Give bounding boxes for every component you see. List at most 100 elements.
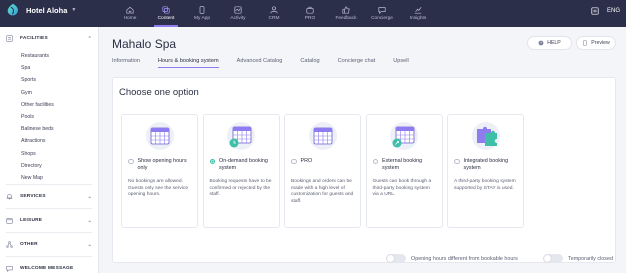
opening-hours-toggle-row: Opening hours different from bookable ho… [386,254,518,263]
chevron-down-icon: ⌄ [87,193,92,200]
main-nav: Home Content My App Activity CRM PRO Fee… [112,0,436,27]
tab-concierge-chat[interactable]: Concierge chat [338,58,376,68]
sidebar-item-pools[interactable]: Pools [0,111,98,123]
nav-label: Home [123,16,137,21]
page-title: Mahalo Spa [112,37,177,51]
nav-feedback[interactable]: Feedback [328,0,364,27]
share-icon [6,241,13,248]
opening-hours-toggle-label: Opening hours different from bookable ho… [411,255,518,262]
hotel-name: Hotel Aloha [26,5,68,15]
nav-label: Content [157,16,175,21]
radio-button[interactable] [372,158,378,164]
option-description: No bookings are allowed. Guests only see… [128,179,189,198]
booking-options-card: Choose one option Show opening hours onl… [112,77,616,263]
option-pro[interactable]: PRO Bookings and orders can be made with… [284,114,361,228]
nav-label: CRM [268,16,280,21]
chevron-down-icon: ⌄ [87,217,92,224]
nav-label: Insights [409,16,427,21]
nav-content[interactable]: Content [148,0,184,27]
help-button-label: HELP [547,40,561,46]
svg-text:?: ? [540,41,542,45]
tab-catalog[interactable]: Catalog [300,58,319,68]
option-list: Show opening hours only No bookings are … [121,114,529,228]
sidebar-item-new-map[interactable]: New Map [0,172,98,184]
sidebar-item-restaurants[interactable]: Restaurants [0,50,98,62]
top-bar: Hotel Aloha ▼ Home Content My App Activi… [0,0,626,27]
sidebar-section-leisure[interactable]: LEISURE ⌄ [0,209,98,232]
sidebar-section-welcome-message[interactable]: WELCOME MESSAGE [0,257,98,273]
option-opening-hours-only[interactable]: Show opening hours only No bookings are … [121,114,198,228]
tab-information[interactable]: Information [112,58,140,68]
sidebar-item-attractions[interactable]: Attractions [0,135,98,147]
option-label: External booking system [382,158,423,171]
sidebar: FACILITIES ⌃ Restaurants Spa Sports Gym … [0,27,99,273]
nav-label: PRO [304,16,316,21]
option-label: Show opening hours only [137,158,187,171]
radio-button[interactable] [454,158,460,164]
sidebar-item-other-facilities[interactable]: Other facilities [0,99,98,111]
option-on-demand-booking[interactable]: On-demand booking system Booking request… [202,114,280,228]
puzzle-icon [471,122,500,150]
sidebar-item-shops[interactable]: Shops [0,148,98,160]
chevron-up-icon: ⌃ [87,35,92,42]
option-integrated-booking[interactable]: Integrated booking system A third-party … [447,114,524,228]
nav-pro[interactable]: PRO [292,0,328,27]
sidebar-section-label: WELCOME MESSAGE [20,266,74,272]
brand[interactable]: Hotel Aloha ▼ [6,3,76,17]
nav-insights[interactable]: Insights [400,0,436,27]
temporarily-closed-toggle[interactable] [543,254,563,263]
content-icon [162,6,170,14]
tab-advanced-catalog[interactable]: Advanced Catalog [237,58,283,68]
temporarily-closed-toggle-label: Temporarily closed [568,255,613,262]
sidebar-section-facilities[interactable]: FACILITIES ⌃ [0,27,98,50]
calendar-icon [308,122,337,150]
sidebar-item-balinese-beds[interactable]: Balinese beds [0,123,98,135]
sidebar-item-spa[interactable]: Spa [0,62,98,74]
nav-label: My App [194,16,210,21]
sidebar-item-gym[interactable]: Gym [0,87,98,99]
aloha-logo-icon [7,3,18,16]
card-title: Choose one option [119,87,199,98]
sidebar-item-sports[interactable]: Sports [0,74,98,86]
nav-activity[interactable]: Activity [220,0,256,27]
calendar-icon [145,122,174,150]
message-icon [6,266,13,273]
radio-button-selected[interactable] [209,158,215,164]
option-label: On-demand booking system [219,158,268,171]
sidebar-item-directory[interactable]: Directory [0,160,98,172]
tab-hours-booking[interactable]: Hours & booking system [157,58,219,68]
preview-button[interactable]: Preview [576,36,616,50]
sidebar-section-label: SERVICES [20,194,46,200]
temporarily-closed-toggle-row: Temporarily closed [543,254,613,263]
nav-concierge[interactable]: Concierge [364,0,400,27]
nav-crm[interactable]: CRM [256,0,292,27]
preview-button-label: Preview [591,40,610,46]
nav-my-app[interactable]: My App [184,0,220,27]
radio-button[interactable] [128,158,134,164]
thumb-icon [342,6,350,14]
language-selector[interactable]: ENG [607,8,620,14]
sidebar-section-services[interactable]: SERVICES ⌄ [0,185,98,208]
help-button[interactable]: ? HELP [527,36,572,50]
help-icon: ? [538,40,544,46]
nav-label: Feedback [335,16,357,21]
chart-icon [414,6,422,14]
sidebar-section-label: OTHER [20,242,38,248]
chat-icon [378,7,386,14]
option-description: Bookings and orders can be made with a h… [291,179,354,204]
home-icon [126,6,134,14]
briefcase-icon [306,6,314,14]
sidebar-section-other[interactable]: OTHER ⌄ [0,233,98,256]
activity-icon [234,6,242,14]
chevron-down-icon: ▼ [71,7,77,13]
tab-upsell[interactable]: Upsell [393,58,409,68]
option-description: Booking requests have to be confirmed or… [209,179,272,198]
users-icon [270,6,278,14]
phone-icon [199,6,205,14]
menu-icon[interactable] [591,7,599,15]
opening-hours-toggle[interactable] [386,254,406,263]
nav-home[interactable]: Home [112,0,148,27]
radio-button[interactable] [291,158,297,164]
building-icon [6,35,13,42]
option-external-booking[interactable]: External booking system Guests can book … [365,114,443,228]
